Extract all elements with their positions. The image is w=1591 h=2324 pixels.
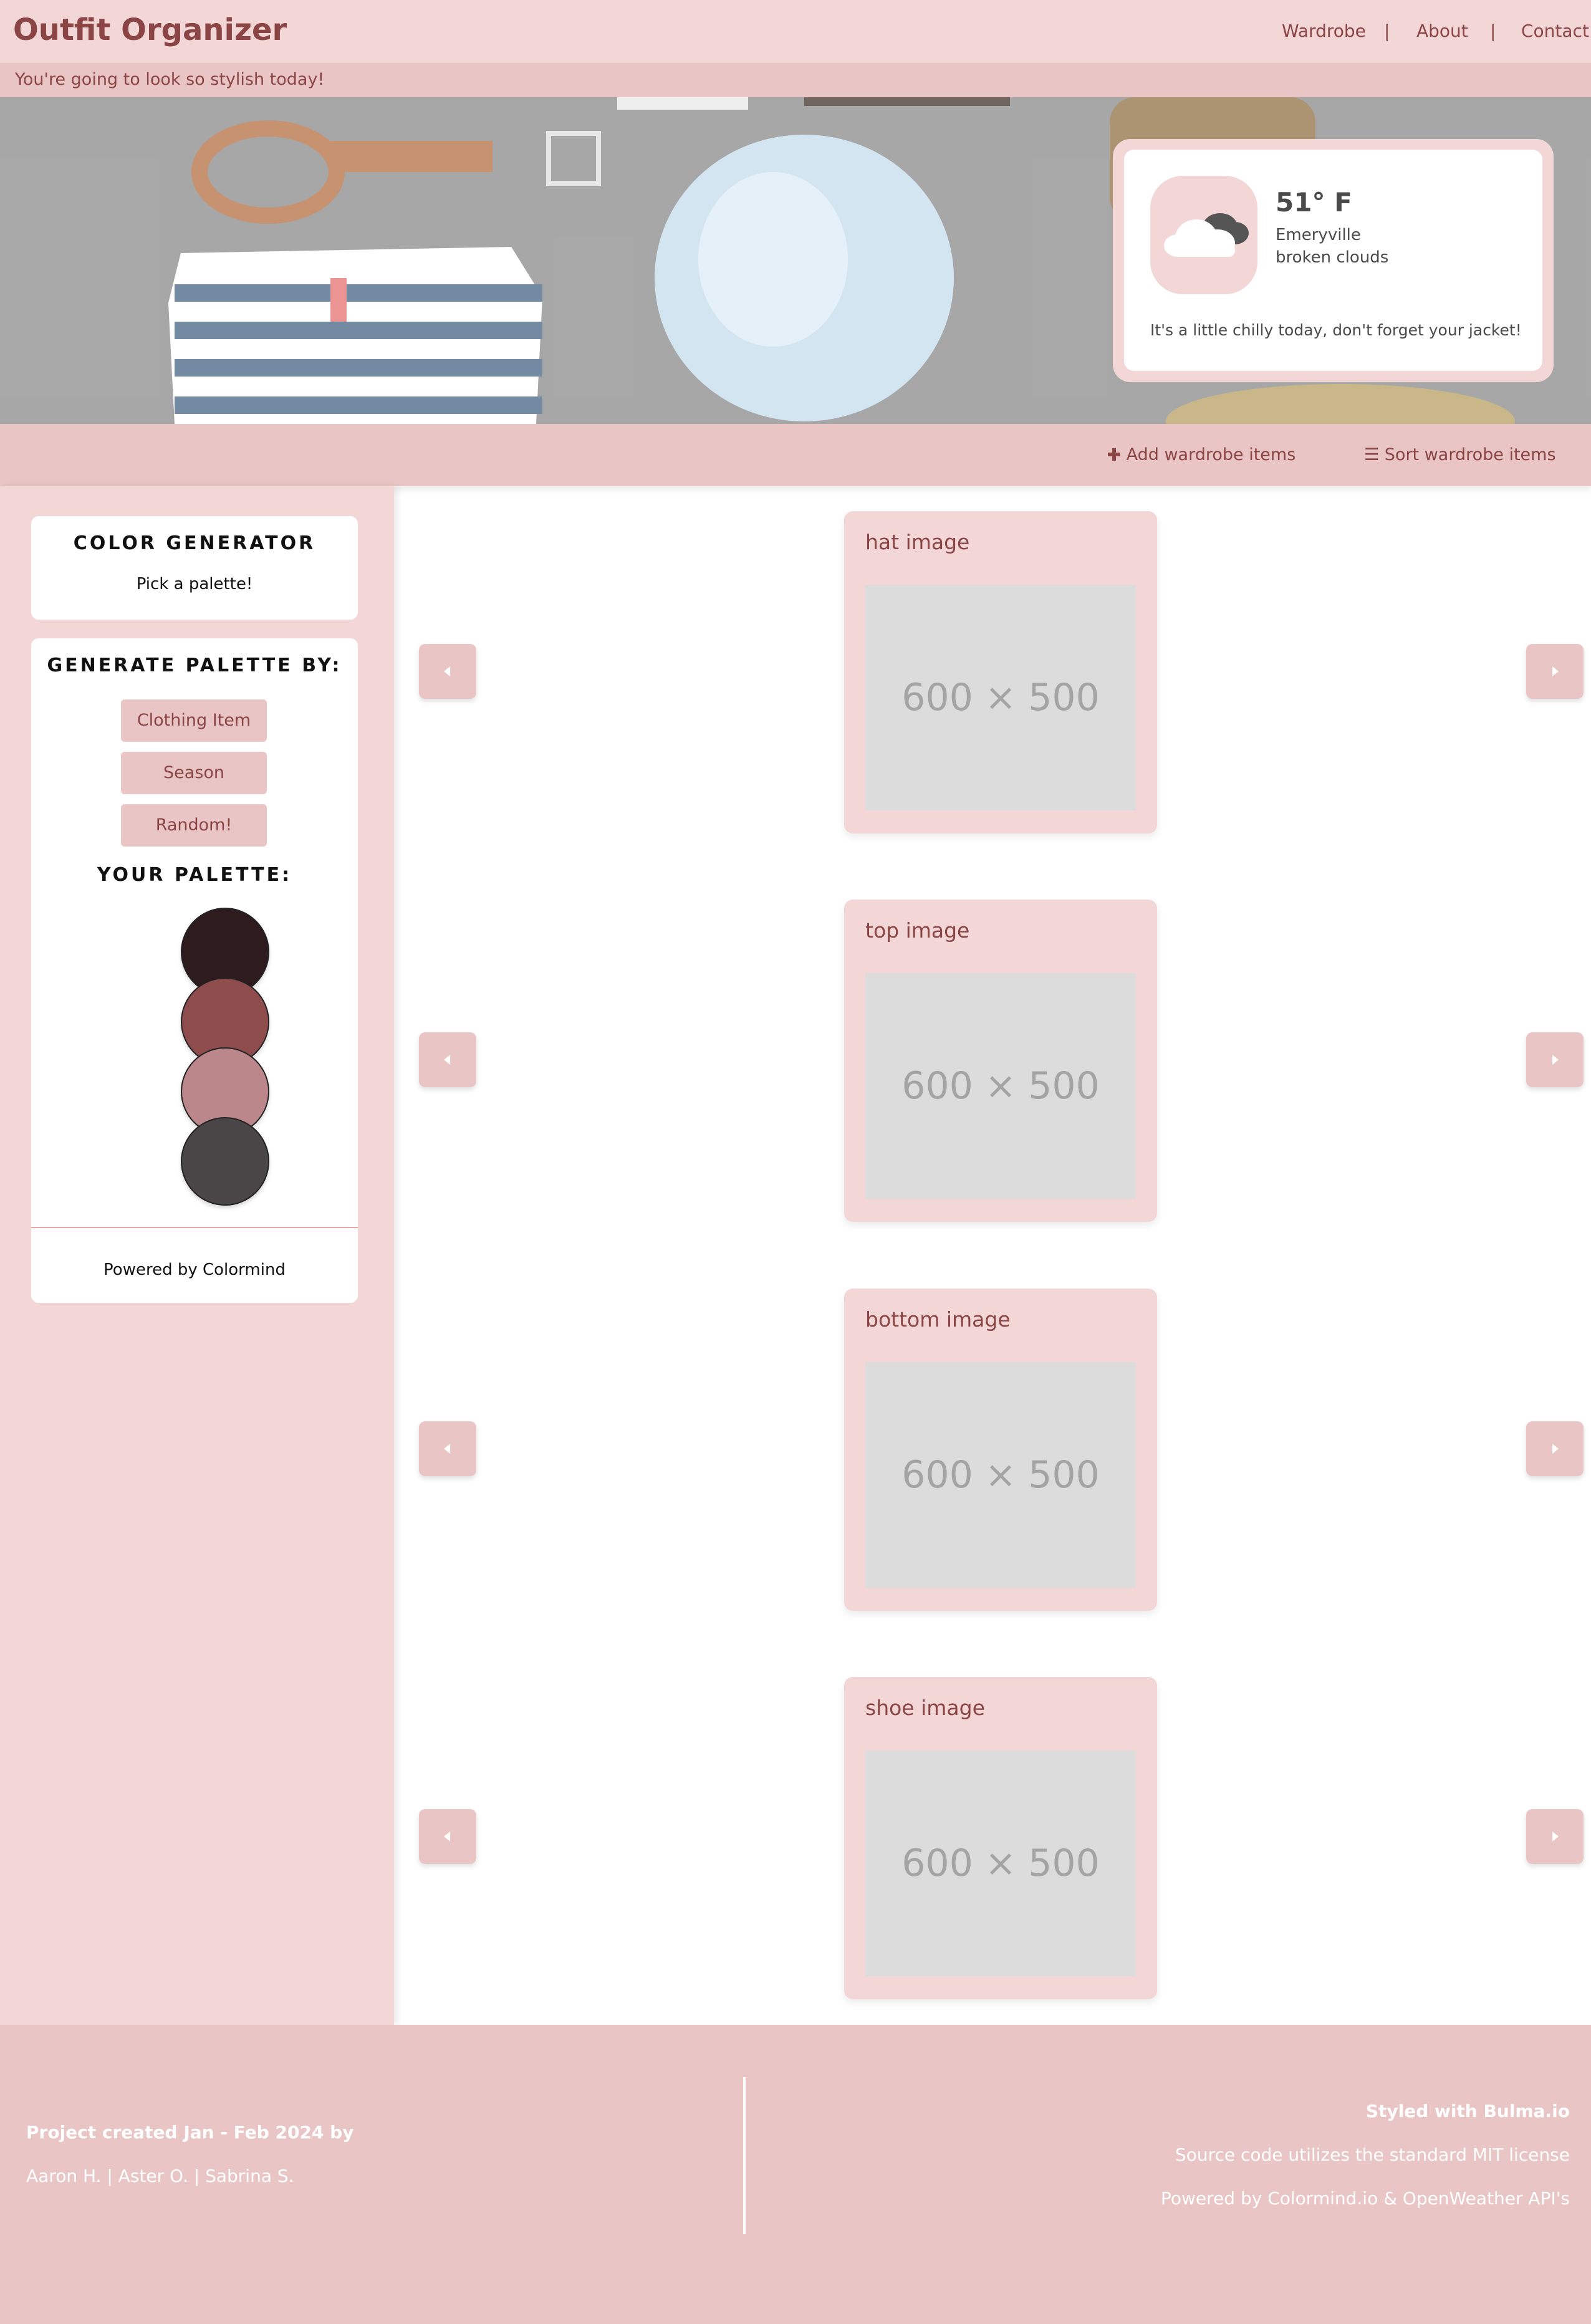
placeholder-text: 600 × 500 [901,1064,1100,1108]
bottom-next-button[interactable] [1526,1421,1584,1476]
shoe-image-placeholder: 600 × 500 [865,1750,1136,1976]
chevron-left-icon [444,666,450,676]
action-bar: Add wardrobe items ☰ Sort wardrobe items [0,424,1591,486]
chevron-left-icon [444,1444,450,1454]
hat-image-placeholder: 600 × 500 [865,585,1136,810]
chevron-right-icon [1552,1055,1559,1065]
footer-authors: Aaron H. | Aster O. | Sabrina S. [26,2166,294,2186]
tagline: You're going to look so stylish today! [15,70,325,89]
footer-powered: Powered by Colormind.io & OpenWeather AP… [1161,2188,1570,2209]
cloud-icon [1150,176,1257,294]
random-button[interactable]: Random! [121,804,267,847]
weather-advice: It's a little chilly today, don't forget… [1150,321,1522,339]
top-next-button[interactable] [1526,1032,1584,1087]
bottom-card: bottom image 600 × 500 [844,1289,1157,1611]
color-generator-subtitle: Pick a palette! [136,575,253,593]
season-button[interactable]: Season [121,752,267,794]
shoe-next-button[interactable] [1526,1809,1584,1864]
chevron-right-icon [1552,666,1559,676]
shoe-card-title: shoe image [865,1696,985,1720]
footer-credit-title: Project created Jan - Feb 2024 by [26,2122,354,2143]
sort-wardrobe-items-button[interactable]: ☰ Sort wardrobe items [1364,443,1556,468]
brand-title[interactable]: Outfit Organizer [13,7,287,52]
bottom-card-title: bottom image [865,1307,1011,1332]
weather-card: 51° F Emeryville broken clouds It's a li… [1113,139,1554,382]
chevron-right-icon [1552,1444,1559,1454]
navbar: Outfit Organizer Wardrobe | About | Cont… [0,0,1591,63]
nav-link-wardrobe[interactable]: Wardrobe [1282,17,1366,45]
shoe-card: shoe image 600 × 500 [844,1677,1157,1999]
nav-separator: | [1490,21,1496,41]
nav-link-contact[interactable]: Contact [1521,17,1589,45]
generate-palette-title: GENERATE PALETTE BY: [47,655,342,676]
top-card-title: top image [865,918,970,943]
chevron-left-icon [444,1832,450,1841]
hat-next-button[interactable] [1526,644,1584,699]
add-wardrobe-items-label: Add wardrobe items [1126,445,1296,464]
placeholder-text: 600 × 500 [901,676,1100,719]
clothing-item-button[interactable]: Clothing Item [121,699,267,742]
nav-link-about[interactable]: About [1416,17,1468,45]
sidebar: COLOR GENERATOR Pick a palette! GENERATE… [0,486,394,2025]
tagline-bar: You're going to look so stylish today! [0,63,1591,97]
nav-separator: | [1384,21,1390,41]
chevron-left-icon [444,1055,450,1065]
hat-prev-button[interactable] [419,644,476,699]
bottom-prev-button[interactable] [419,1421,476,1476]
top-prev-button[interactable] [419,1032,476,1087]
color-generator-box: COLOR GENERATOR Pick a palette! [31,516,358,620]
footer-styled: Styled with Bulma.io [1365,2101,1570,2121]
your-palette-title: YOUR PALETTE: [97,864,292,886]
top-card: top image 600 × 500 [844,900,1157,1222]
placeholder-text: 600 × 500 [901,1841,1100,1885]
powered-by-colormind: Powered by Colormind [103,1260,286,1279]
hat-card-title: hat image [865,530,970,554]
bottom-image-placeholder: 600 × 500 [865,1362,1136,1588]
hat-card: hat image 600 × 500 [844,511,1157,833]
chevron-right-icon [1552,1832,1559,1841]
top-image-placeholder: 600 × 500 [865,973,1136,1199]
weather-conditions: broken clouds [1276,248,1389,267]
footer: Project created Jan - Feb 2024 by Aaron … [0,2025,1591,2324]
add-wardrobe-items-button[interactable]: Add wardrobe items [1107,443,1295,468]
placeholder-text: 600 × 500 [901,1453,1100,1497]
palette-swatch [181,1117,269,1206]
generate-palette-box: GENERATE PALETTE BY: Clothing Item Seaso… [31,638,358,1303]
temperature: 51° F [1276,187,1352,218]
footer-license: Source code utilizes the standard MIT li… [1175,2144,1570,2165]
plus-icon [1108,448,1120,461]
shoe-prev-button[interactable] [419,1809,476,1864]
weather-card-inner: 51° F Emeryville broken clouds It's a li… [1124,150,1542,371]
color-generator-title: COLOR GENERATOR [73,532,316,554]
weather-city: Emeryville [1276,226,1361,244]
footer-divider [743,2077,746,2234]
palette-divider [31,1227,358,1228]
